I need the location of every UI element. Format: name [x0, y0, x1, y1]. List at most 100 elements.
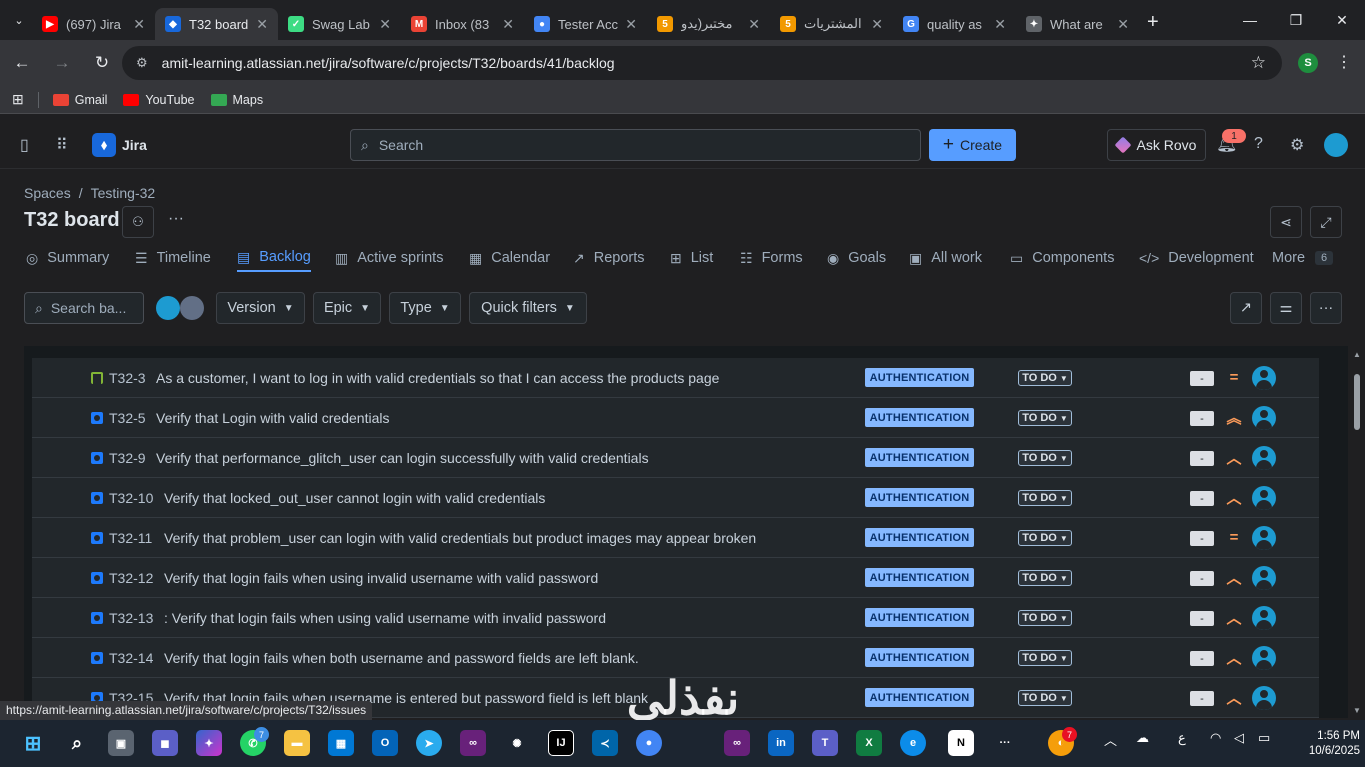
- status-dropdown[interactable]: TO DO ▼: [1018, 450, 1072, 466]
- tab-active-sprints[interactable]: ▥ Active sprints: [335, 244, 443, 272]
- volume-icon[interactable]: ◁: [1234, 730, 1244, 746]
- assignee-avatar[interactable]: [1252, 526, 1276, 550]
- tab-more[interactable]: More 6: [1272, 244, 1334, 272]
- tab-development[interactable]: </> Development: [1139, 244, 1254, 272]
- tab-search-chevron-icon[interactable]: ⌄: [6, 7, 32, 33]
- issue-key[interactable]: T32-12: [109, 570, 153, 586]
- issue-row[interactable]: T32-14 Verify that login fails when both …: [32, 638, 1319, 678]
- file-explorer-icon[interactable]: ▬: [284, 730, 310, 756]
- bookmark-item[interactable]: Gmail: [52, 93, 107, 107]
- tab-all-work[interactable]: ▣ All work: [909, 244, 982, 272]
- version-filter-button[interactable]: Version ▼: [216, 292, 305, 324]
- copilot-icon[interactable]: ✦: [196, 730, 222, 756]
- status-dropdown[interactable]: TO DO ▼: [1018, 370, 1072, 386]
- tab-components[interactable]: ▭ Components: [1010, 244, 1114, 272]
- chatgpt-icon[interactable]: ✺: [504, 730, 530, 756]
- epic-badge[interactable]: AUTHENTICATION: [865, 448, 974, 467]
- minimize-icon[interactable]: —: [1227, 0, 1273, 40]
- assignee-avatar[interactable]: [1252, 446, 1276, 470]
- epic-badge[interactable]: AUTHENTICATION: [865, 608, 974, 627]
- tab-reports[interactable]: ↗ Reports: [573, 244, 645, 272]
- issue-row[interactable]: T32-11 Verify that problem_user can login…: [32, 518, 1319, 558]
- ask-rovo-button[interactable]: Ask Rovo: [1107, 129, 1206, 161]
- issue-row[interactable]: T32-5 Verify that Login with valid creden…: [32, 398, 1319, 438]
- store-icon[interactable]: ▦: [328, 730, 354, 756]
- visual-studio-2-icon[interactable]: ∞: [724, 730, 750, 756]
- estimate-badge[interactable]: -: [1190, 371, 1214, 386]
- teams-icon[interactable]: T: [812, 730, 838, 756]
- tab-backlog[interactable]: ▤ Backlog: [237, 244, 311, 272]
- estimate-badge[interactable]: -: [1190, 571, 1214, 586]
- breadcrumb-spaces[interactable]: Spaces: [24, 185, 71, 201]
- view-settings-icon[interactable]: ⚌: [1270, 292, 1302, 324]
- sidebar-toggle-icon[interactable]: ▯: [20, 135, 29, 155]
- tab-list[interactable]: ⊞ List: [670, 244, 713, 272]
- estimate-badge[interactable]: -: [1190, 491, 1214, 506]
- tab-calendar[interactable]: ▦ Calendar: [469, 244, 550, 272]
- issue-summary[interactable]: Verify that login fails when using inval…: [164, 570, 598, 586]
- browser-tab[interactable]: ✦ What are ✕: [1016, 8, 1139, 40]
- back-arrow-icon[interactable]: ←: [4, 45, 40, 81]
- epic-badge[interactable]: AUTHENTICATION: [865, 488, 974, 507]
- vscode-icon[interactable]: ≺: [592, 730, 618, 756]
- search-icon[interactable]: ⌕: [64, 730, 90, 756]
- tab-close-icon[interactable]: ✕: [379, 16, 391, 33]
- estimate-badge[interactable]: -: [1190, 651, 1214, 666]
- forward-arrow-icon[interactable]: →: [44, 45, 80, 81]
- epic-badge[interactable]: AUTHENTICATION: [865, 528, 974, 547]
- outlook-icon[interactable]: O: [372, 730, 398, 756]
- tab-forms[interactable]: ☷ Forms: [740, 244, 803, 272]
- status-dropdown[interactable]: TO DO ▼: [1018, 610, 1072, 626]
- issue-row[interactable]: T32-13: Verify that login fails when usi…: [32, 598, 1319, 638]
- assignee-avatar[interactable]: [1252, 566, 1276, 590]
- maximize-icon[interactable]: ❐: [1273, 0, 1319, 40]
- issue-row[interactable]: T32-10 Verify that locked_out_user cannot…: [32, 478, 1319, 518]
- new-tab-plus-icon[interactable]: +: [1147, 11, 1159, 34]
- assignee-avatar[interactable]: [1252, 366, 1276, 390]
- team-icon[interactable]: ⚇: [122, 206, 154, 238]
- jira-logo[interactable]: ⬧ Jira: [92, 133, 147, 157]
- assignee-avatar[interactable]: [1252, 486, 1276, 510]
- browser-tab[interactable]: Gquality as ✕: [893, 8, 1016, 40]
- issue-summary[interactable]: Verify that login fails when both userna…: [164, 650, 639, 666]
- estimate-badge[interactable]: -: [1190, 451, 1214, 466]
- address-bar[interactable]: ⚙ amit-learning.atlassian.net/jira/softw…: [122, 46, 1282, 80]
- bookmark-star-icon[interactable]: ☆: [1251, 53, 1266, 73]
- help-icon[interactable]: ?: [1254, 135, 1263, 153]
- browser-tab[interactable]: ✓ Swag Lab ✕: [278, 8, 401, 40]
- issue-key[interactable]: T32-10: [109, 490, 153, 506]
- breadcrumb-project[interactable]: Testing-32: [91, 185, 156, 201]
- epic-badge[interactable]: AUTHENTICATION: [865, 688, 974, 707]
- browser-tab[interactable]: ◆ T32 board ✕: [155, 8, 278, 40]
- status-dropdown[interactable]: TO DO ▼: [1018, 410, 1072, 426]
- epic-badge[interactable]: AUTHENTICATION: [865, 368, 974, 387]
- tab-close-icon[interactable]: ✕: [748, 16, 760, 33]
- browser-tab[interactable]: ● Tester Acc ✕: [524, 8, 647, 40]
- epic-badge[interactable]: AUTHENTICATION: [865, 648, 974, 667]
- tab-summary[interactable]: ◎ Summary: [26, 244, 109, 272]
- assignee-avatar[interactable]: [1252, 406, 1276, 430]
- issue-key[interactable]: T32-5: [109, 410, 146, 426]
- unassigned-filter-avatar[interactable]: [180, 296, 204, 320]
- battery-icon[interactable]: ▭: [1258, 730, 1270, 746]
- scroll-down-icon[interactable]: ▼: [1353, 706, 1361, 715]
- scroll-up-icon[interactable]: ▲: [1353, 350, 1361, 359]
- meet-icon[interactable]: ◼: [152, 730, 178, 756]
- issue-summary[interactable]: Verify that performance_glitch_user can …: [156, 450, 649, 466]
- tab-close-icon[interactable]: ✕: [1117, 16, 1129, 33]
- issue-summary[interactable]: Verify that locked_out_user cannot login…: [164, 490, 545, 506]
- insights-icon[interactable]: ↗: [1230, 292, 1262, 324]
- more-actions-icon[interactable]: ···: [168, 210, 184, 228]
- scrollbar[interactable]: ▲ ▼: [1349, 346, 1365, 718]
- tab-close-icon[interactable]: ✕: [502, 16, 514, 33]
- assignee-avatar[interactable]: [1252, 686, 1276, 710]
- more-options-icon[interactable]: ···: [1310, 292, 1342, 324]
- more-apps-icon[interactable]: ···: [992, 730, 1018, 756]
- tab-close-icon[interactable]: ✕: [625, 16, 637, 33]
- edge-icon[interactable]: e: [900, 730, 926, 756]
- share-icon[interactable]: ⋖: [1270, 206, 1302, 238]
- tab-goals[interactable]: ◉ Goals: [827, 244, 886, 272]
- estimate-badge[interactable]: -: [1190, 411, 1214, 426]
- chrome-icon[interactable]: ●: [636, 730, 662, 756]
- notion-icon[interactable]: N: [948, 730, 974, 756]
